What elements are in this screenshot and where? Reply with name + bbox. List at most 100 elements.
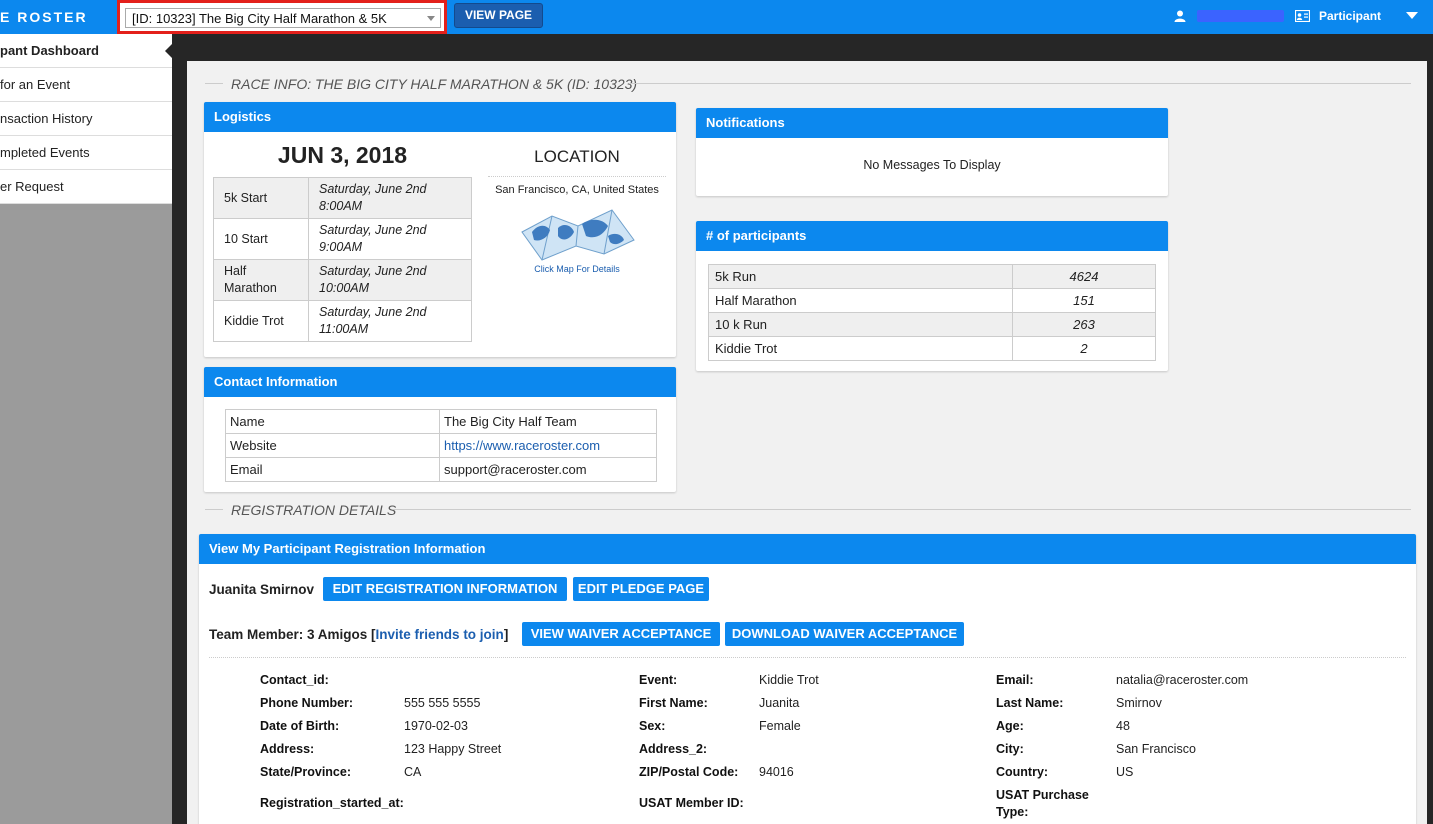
field-label: Address_2: bbox=[639, 742, 708, 756]
field-label: Age: bbox=[996, 719, 1024, 733]
map-caption-link[interactable]: Click Map For Details bbox=[488, 264, 666, 274]
schedule-name: 10 Start bbox=[213, 218, 309, 260]
user-icon bbox=[1174, 10, 1186, 22]
field-label: Event: bbox=[639, 673, 678, 687]
participant-category: Half Marathon bbox=[708, 288, 1013, 313]
schedule-time: Saturday, June 2nd 8:00AM bbox=[308, 177, 472, 219]
logistics-header: Logistics bbox=[204, 102, 676, 132]
website-link[interactable]: https://www.raceroster.com bbox=[439, 433, 657, 458]
table-row: 10 Start Saturday, June 2nd 9:00AM bbox=[213, 218, 472, 260]
participant-count: 2 bbox=[1012, 336, 1156, 361]
sidebar-item-transaction-history[interactable]: nsaction History bbox=[0, 102, 172, 136]
download-waiver-button[interactable]: DOWNLOAD WAIVER ACCEPTANCE bbox=[725, 622, 964, 646]
notifications-message: No Messages To Display bbox=[863, 158, 1001, 172]
contact-card: Contact Information Name The Big City Ha… bbox=[204, 367, 676, 492]
contact-label: Website bbox=[225, 433, 440, 458]
invite-friends-link[interactable]: Invite friends to join bbox=[376, 627, 504, 642]
table-row: Email support@raceroster.com bbox=[225, 457, 657, 482]
field-label: Sex: bbox=[639, 719, 666, 733]
table-row: Half Marathon Saturday, June 2nd 10:00AM bbox=[213, 259, 472, 301]
field-value: 555 555 5555 bbox=[404, 696, 481, 710]
active-item-indicator bbox=[165, 43, 173, 59]
field-label: USAT Member ID: bbox=[639, 796, 744, 810]
schedule-time: Saturday, June 2nd 10:00AM bbox=[308, 259, 472, 301]
sidebar-item-completed-events[interactable]: mpleted Events bbox=[0, 136, 172, 170]
participants-header: # of participants bbox=[696, 221, 1168, 251]
map-icon[interactable] bbox=[516, 202, 638, 262]
field-value: 94016 bbox=[759, 765, 794, 779]
edit-pledge-button[interactable]: EDIT PLEDGE PAGE bbox=[573, 577, 709, 601]
divider bbox=[488, 176, 666, 177]
divider bbox=[205, 83, 223, 84]
participant-name: Juanita Smirnov bbox=[209, 582, 315, 597]
sidebar-menu: pant Dashboard for an Event nsaction His… bbox=[0, 34, 172, 204]
registration-card: View My Participant Registration Informa… bbox=[199, 534, 1416, 824]
participants-table: 5k Run 4624 Half Marathon 151 10 k Run 2… bbox=[708, 264, 1156, 361]
sidebar-item-transfer-request[interactable]: er Request bbox=[0, 170, 172, 204]
field-value: natalia@raceroster.com bbox=[1116, 673, 1249, 687]
contact-value: The Big City Half Team bbox=[439, 409, 657, 434]
participant-count: 151 bbox=[1012, 288, 1156, 313]
participant-category: 10 k Run bbox=[708, 312, 1013, 337]
contact-value: support@raceroster.com bbox=[439, 457, 657, 482]
role-label[interactable]: Participant bbox=[1319, 9, 1381, 23]
field-label: Address: bbox=[260, 742, 315, 756]
table-row: Website https://www.raceroster.com bbox=[225, 433, 657, 458]
table-row: 5k Run 4624 bbox=[708, 264, 1156, 289]
field-label: Email: bbox=[996, 673, 1034, 687]
field-value: CA bbox=[404, 765, 422, 779]
participants-card: # of participants 5k Run 4624 Half Marat… bbox=[696, 221, 1168, 371]
user-name-redacted[interactable] bbox=[1197, 10, 1284, 22]
view-waiver-button[interactable]: VIEW WAIVER ACCEPTANCE bbox=[522, 622, 720, 646]
participant-category: Kiddie Trot bbox=[708, 336, 1013, 361]
field-value: 48 bbox=[1116, 719, 1130, 733]
field-value: Kiddie Trot bbox=[759, 673, 819, 687]
sidebar: pant Dashboard for an Event nsaction His… bbox=[0, 34, 173, 824]
field-value: 123 Happy Street bbox=[404, 742, 502, 756]
registration-header: View My Participant Registration Informa… bbox=[199, 534, 1416, 564]
event-select-value: [ID: 10323] The Big City Half Marathon &… bbox=[132, 11, 387, 26]
main-content: RACE INFO: THE BIG CITY HALF MARATHON & … bbox=[187, 61, 1427, 824]
field-label: City: bbox=[996, 742, 1024, 756]
view-page-button[interactable]: VIEW PAGE bbox=[454, 3, 543, 28]
sidebar-item-dashboard[interactable]: pant Dashboard bbox=[0, 34, 172, 68]
contact-header: Contact Information bbox=[204, 367, 676, 397]
chevron-down-icon bbox=[427, 16, 435, 21]
contact-table: Name The Big City Half Team Website http… bbox=[225, 409, 657, 482]
field-value: Female bbox=[759, 719, 801, 733]
divider bbox=[629, 83, 1411, 84]
location-city: San Francisco, CA, United States bbox=[495, 184, 659, 196]
field-label: Type: bbox=[996, 805, 1029, 819]
schedule-table: 5k Start Saturday, June 2nd 8:00AM 10 Sta… bbox=[213, 177, 472, 342]
divider bbox=[209, 657, 1406, 658]
participant-count: 263 bbox=[1012, 312, 1156, 337]
field-label: ZIP/Postal Code: bbox=[639, 765, 739, 779]
divider bbox=[205, 509, 223, 510]
notifications-card: Notifications No Messages To Display bbox=[696, 108, 1168, 196]
notifications-header: Notifications bbox=[696, 108, 1168, 138]
schedule-name: 5k Start bbox=[213, 177, 309, 219]
field-label: Contact_id: bbox=[260, 673, 329, 687]
field-value: San Francisco bbox=[1116, 742, 1196, 756]
event-select-highlight: [ID: 10323] The Big City Half Marathon &… bbox=[117, 0, 447, 34]
location-title: LOCATION bbox=[534, 147, 620, 166]
participant-count: 4624 bbox=[1012, 264, 1156, 289]
field-value: US bbox=[1116, 765, 1134, 779]
schedule-time: Saturday, June 2nd 11:00AM bbox=[308, 300, 472, 342]
race-roster-logo[interactable]: E ROSTER bbox=[0, 9, 88, 25]
chevron-down-icon[interactable] bbox=[1406, 12, 1418, 19]
contact-label: Name bbox=[225, 409, 440, 434]
field-label: Date of Birth: bbox=[260, 719, 340, 733]
table-row: 10 k Run 263 bbox=[708, 312, 1156, 337]
schedule-name: Kiddie Trot bbox=[213, 300, 309, 342]
table-row: Half Marathon 151 bbox=[708, 288, 1156, 313]
race-info-heading: RACE INFO: THE BIG CITY HALF MARATHON & … bbox=[231, 76, 638, 92]
registration-heading: REGISTRATION DETAILS bbox=[231, 502, 397, 518]
table-row: Kiddie Trot Saturday, June 2nd 11:00AM bbox=[213, 300, 472, 342]
event-select-dropdown[interactable]: [ID: 10323] The Big City Half Marathon &… bbox=[125, 8, 441, 28]
logistics-card: Logistics JUN 3, 2018 5k Start Saturday,… bbox=[204, 102, 676, 357]
sidebar-item-register-event[interactable]: for an Event bbox=[0, 68, 172, 102]
field-label: Last Name: bbox=[996, 696, 1064, 710]
edit-registration-button[interactable]: EDIT REGISTRATION INFORMATION bbox=[323, 577, 567, 601]
field-label: Country: bbox=[996, 765, 1049, 779]
